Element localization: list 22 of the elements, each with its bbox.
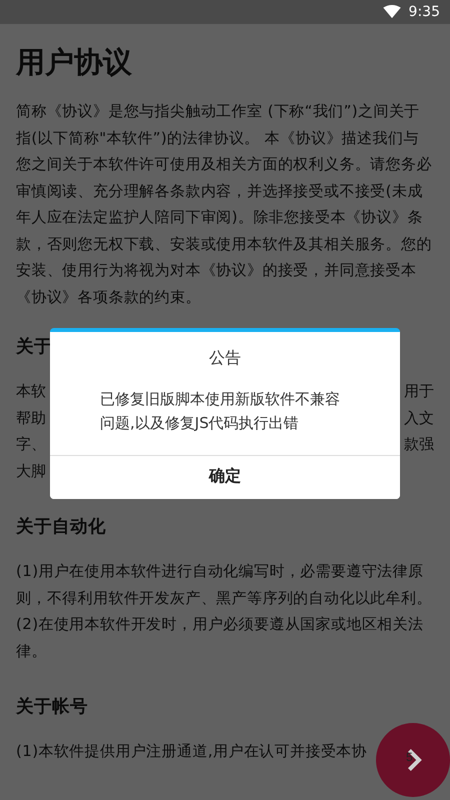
paragraph-fragment: 入文 — [404, 408, 434, 428]
countdown-number: 5 — [406, 750, 413, 764]
section-heading: 关于 — [16, 336, 52, 359]
section-heading: 关于自动化 — [16, 516, 106, 539]
dialog-title: 公告 — [208, 348, 242, 369]
clock-time: 9:35 — [408, 4, 440, 20]
section-heading: 关于帐号 — [16, 696, 88, 719]
paragraph-fragment: 帮助 — [16, 408, 46, 428]
paragraph-fragment: 款强 — [404, 434, 434, 455]
wifi-icon — [382, 5, 401, 19]
chevron-icon — [407, 747, 423, 773]
confirm-button[interactable]: 确定 — [50, 455, 400, 499]
page-title: 用户协议 — [16, 44, 133, 80]
paragraph-fragment: 本软 — [16, 381, 46, 402]
paragraph-fragment: 大脚 — [16, 460, 46, 482]
paragraph-fragment: 字、 — [16, 434, 46, 455]
section-paragraph: (1)用户在使用本软件进行自动化编写时，必需要遵守法律原则，不得利用软件开发灰产、黑产等序列的自动化以此牟利。 — [16, 561, 433, 608]
section-paragraph: (1)本软件提供用户注册通道,用户在认可并接受本协 — [16, 741, 368, 762]
paragraph-fragment: 用于 — [404, 381, 434, 402]
section-paragraph: (2)在使用本软件开发时，用户必须要遵从国家或地区相关法律。 — [16, 614, 424, 662]
agreement-paragraph: 简称《协议》是您与指尖触动工作室 (下称“我们”)之间关于指(以下简称"本软件”)的法律协议。 本《协议》描述我们与您之间关于本软件许可使用及相关方面的权利义务。请您务必审慎阅读、充分理解各条款内容，并选择接受或不接受(未成年人应在法定监护人陪同下审阅)。除非您接受本《协议》条款，否则您无权下载、安装或使用本软件及其相关服务。您的安装、使用行为将视为对本《协议》的接受，并同意接受本《协议》各项条款的约束。 — [16, 101, 433, 308]
dialog-message: 已修复旧版脚本使用新版软件不兼容问题,以及修复JS代码执行出错 — [99, 389, 341, 434]
